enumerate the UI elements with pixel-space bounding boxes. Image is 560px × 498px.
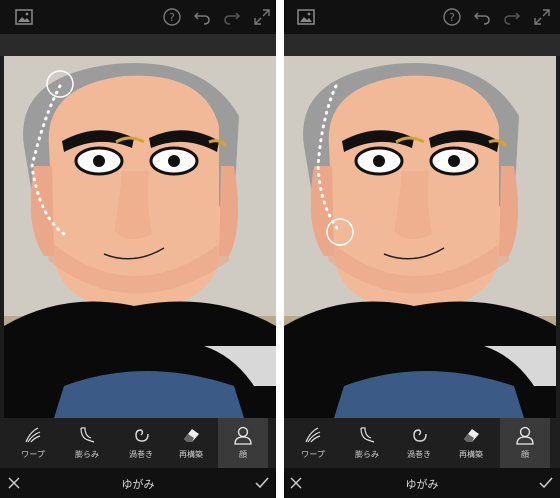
help-icon[interactable]: ?	[162, 7, 182, 27]
tool-label: ワープ	[301, 450, 325, 459]
eraser-icon	[184, 429, 199, 442]
tool-label: 渦巻き	[407, 450, 431, 459]
face-icon	[516, 426, 534, 445]
mode-title: ゆがみ	[121, 478, 155, 491]
bottom-bar: ゆがみ	[0, 468, 276, 498]
redo-icon[interactable]	[222, 7, 242, 27]
tool-face[interactable]: 顔	[218, 418, 268, 468]
canvas-margin	[0, 34, 276, 56]
tool-bulge[interactable]: 膨らみ	[342, 418, 392, 468]
undo-icon[interactable]	[192, 7, 212, 27]
editor-screen-right: ? ワープ 膨らみ 渦巻き 再構築 顔 ゆがみ	[284, 0, 560, 498]
face-icon	[234, 426, 252, 445]
confirm-check-icon[interactable]	[254, 475, 270, 491]
tool-swirl[interactable]: 渦巻き	[394, 418, 444, 468]
liquify-toolbar: ワープ 膨らみ 渦巻き 再構築 顔	[0, 418, 276, 468]
bulge-icon	[80, 427, 95, 443]
tool-label: 顔	[239, 450, 247, 459]
help-icon[interactable]: ?	[442, 7, 462, 27]
tool-warp[interactable]: ワープ	[8, 418, 58, 468]
warp-icon	[305, 427, 321, 443]
tool-label: 顔	[521, 450, 529, 459]
tool-label: 再構築	[459, 450, 483, 459]
tool-label: ワープ	[21, 450, 45, 459]
warp-icon	[25, 427, 41, 443]
undo-icon[interactable]	[472, 7, 492, 27]
editor-screen-left: ? ワープ 膨らみ 渦巻き 再構築 顔 ゆがみ	[0, 0, 276, 498]
svg-text:?: ?	[169, 11, 175, 24]
bulge-icon	[360, 427, 375, 443]
tool-reconstruct[interactable]: 再構築	[446, 418, 496, 468]
tool-reconstruct[interactable]: 再構築	[166, 418, 216, 468]
svg-text:?: ?	[449, 11, 455, 24]
tool-swirl[interactable]: 渦巻き	[116, 418, 166, 468]
mode-title: ゆがみ	[405, 478, 439, 491]
tool-label: 膨らみ	[75, 450, 99, 459]
expand-icon[interactable]	[252, 7, 272, 27]
bottom-bar: ゆがみ	[284, 468, 560, 498]
redo-icon[interactable]	[502, 7, 522, 27]
tool-label: 再構築	[179, 450, 203, 459]
tool-warp[interactable]: ワープ	[288, 418, 338, 468]
photo-canvas[interactable]	[4, 56, 276, 418]
photo-canvas[interactable]	[284, 56, 556, 418]
image-gallery-icon[interactable]	[296, 7, 316, 27]
confirm-check-icon[interactable]	[538, 475, 554, 491]
face-outline-handles	[30, 70, 74, 236]
swirl-icon	[413, 429, 427, 442]
liquify-toolbar: ワープ 膨らみ 渦巻き 再構築 顔	[284, 418, 560, 468]
top-toolbar: ?	[284, 0, 560, 34]
swirl-icon	[135, 429, 149, 442]
tool-bulge[interactable]: 膨らみ	[62, 418, 112, 468]
tool-label: 膨らみ	[355, 450, 379, 459]
eraser-icon	[464, 429, 479, 442]
tool-label: 渦巻き	[129, 450, 153, 459]
face-outline-handles	[316, 84, 354, 246]
top-toolbar: ?	[0, 0, 276, 34]
image-gallery-icon[interactable]	[14, 7, 34, 27]
drag-handle[interactable]	[326, 218, 354, 246]
drag-handle[interactable]	[46, 70, 74, 98]
expand-icon[interactable]	[532, 7, 552, 27]
tool-face[interactable]: 顔	[500, 418, 550, 468]
canvas-margin	[284, 34, 560, 56]
